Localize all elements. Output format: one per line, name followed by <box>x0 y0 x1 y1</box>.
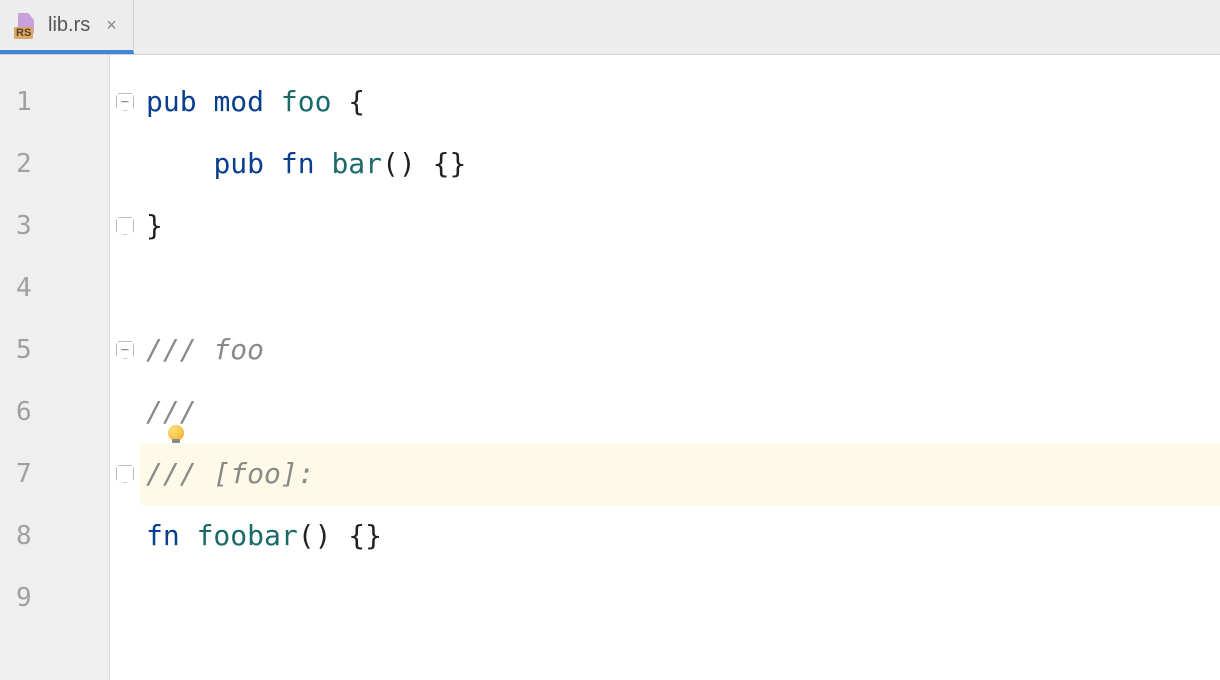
fold-cell <box>110 505 140 567</box>
fold-cell <box>110 443 140 505</box>
tab-bar: RS lib.rs × <box>0 0 1220 55</box>
line-number: 4 <box>0 257 109 319</box>
code-line[interactable]: fn foobar() {} <box>140 505 1220 567</box>
line-number: 5 <box>0 319 109 381</box>
line-number: 8 <box>0 505 109 567</box>
token-kw: mod <box>213 85 264 118</box>
token-kw: fn <box>146 519 180 552</box>
fold-cell <box>110 381 140 443</box>
token-comment: /// foo <box>146 333 264 366</box>
intention-bulb-icon[interactable] <box>167 425 185 443</box>
token-kw: fn <box>281 147 315 180</box>
token-fnname: foo <box>281 85 332 118</box>
code-line[interactable]: /// foo <box>140 319 1220 381</box>
token-fnname: bar <box>331 147 382 180</box>
line-number: 3 <box>0 195 109 257</box>
code-editor[interactable]: 123456789 −− pub mod foo { pub fn bar() … <box>0 55 1220 680</box>
token-kw: pub <box>213 147 264 180</box>
fold-gutter: −− <box>110 55 140 680</box>
close-icon[interactable]: × <box>106 15 117 36</box>
token-comment: /// <box>146 395 197 428</box>
fold-cell <box>110 567 140 629</box>
fold-cell <box>110 133 140 195</box>
code-line[interactable] <box>140 567 1220 629</box>
line-number-gutter: 123456789 <box>0 55 110 680</box>
fold-cell <box>110 257 140 319</box>
fold-collapse-icon[interactable]: − <box>116 341 134 359</box>
line-number: 1 <box>0 71 109 133</box>
token-fnname: foobar <box>197 519 298 552</box>
fold-end-icon[interactable] <box>116 465 134 483</box>
fold-cell: − <box>110 319 140 381</box>
code-line[interactable] <box>140 257 1220 319</box>
fold-collapse-icon[interactable]: − <box>116 93 134 111</box>
code-line[interactable]: } <box>140 195 1220 257</box>
code-line[interactable]: pub fn bar() {} <box>140 133 1220 195</box>
rust-badge: RS <box>14 27 33 39</box>
line-number: 7 <box>0 443 109 505</box>
line-number: 9 <box>0 567 109 629</box>
code-line[interactable]: pub mod foo { <box>140 71 1220 133</box>
code-line[interactable]: /// <box>140 381 1220 443</box>
fold-cell: − <box>110 71 140 133</box>
token-plain: } <box>146 209 163 242</box>
fold-cell <box>110 195 140 257</box>
tab-lib-rs[interactable]: RS lib.rs × <box>0 0 134 54</box>
token-plain: () {} <box>382 147 466 180</box>
fold-end-icon[interactable] <box>116 217 134 235</box>
token-plain: () {} <box>298 519 382 552</box>
token-plain <box>146 147 213 180</box>
token-plain <box>315 147 332 180</box>
tab-label: lib.rs <box>48 14 90 37</box>
token-kw: pub <box>146 85 197 118</box>
token-plain <box>264 147 281 180</box>
rust-file-icon: RS <box>14 13 38 37</box>
token-plain: { <box>331 85 365 118</box>
token-plain <box>264 85 281 118</box>
code-area[interactable]: pub mod foo { pub fn bar() {}}/// foo///… <box>140 55 1220 680</box>
token-plain <box>197 85 214 118</box>
line-number: 6 <box>0 381 109 443</box>
token-plain <box>180 519 197 552</box>
code-line[interactable]: /// [foo]: <box>140 443 1220 505</box>
line-number: 2 <box>0 133 109 195</box>
token-comment: /// [foo]: <box>146 457 315 490</box>
